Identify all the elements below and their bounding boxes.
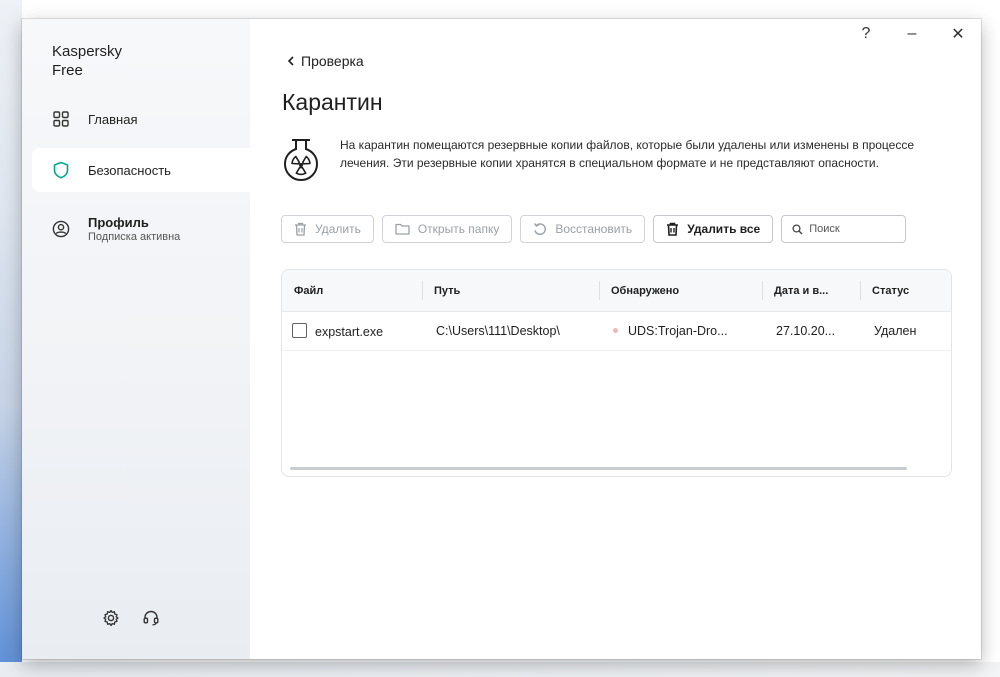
column-header-detected[interactable]: Обнаружено <box>599 270 762 311</box>
sidebar-item-home[interactable]: Главная <box>32 97 250 141</box>
search-box[interactable] <box>781 215 907 243</box>
delete-all-button[interactable]: Удалить все <box>653 215 774 243</box>
search-input[interactable] <box>807 222 902 236</box>
app-window: Kaspersky Free Главная Безопасность Проф… <box>22 19 981 659</box>
restore-button[interactable]: Восстановить <box>520 215 646 243</box>
delete-button[interactable]: Удалить <box>281 215 374 243</box>
grid-icon <box>52 110 70 128</box>
folder-icon <box>395 223 410 235</box>
help-button[interactable]: ? <box>843 19 889 49</box>
back-link[interactable]: Проверка <box>287 53 364 69</box>
trash-icon <box>667 222 679 236</box>
threat-name: UDS:Trojan-Dro... <box>628 324 728 338</box>
sidebar-item-label: Главная <box>88 111 138 127</box>
column-header-file[interactable]: Файл <box>282 270 422 311</box>
restore-label: Восстановить <box>555 222 633 236</box>
page-title: Карантин <box>282 89 383 115</box>
column-header-date[interactable]: Дата и в... <box>762 270 860 311</box>
cell-status: Удален <box>874 324 917 338</box>
sidebar-item-label: Безопасность <box>88 162 171 178</box>
desktop-bottom <box>0 662 1000 677</box>
toolbar: Удалить Открыть папку Восстановить Удали… <box>281 215 907 245</box>
sidebar: Kaspersky Free Главная Безопасность Проф… <box>22 19 250 659</box>
file-name: expstart.exe <box>315 325 384 339</box>
shield-icon <box>52 161 70 179</box>
table-header: Файл Путь Обнаружено Дата и в... Статус <box>282 270 951 312</box>
column-header-path[interactable]: Путь <box>422 270 599 311</box>
delete-all-label: Удалить все <box>687 222 761 236</box>
search-icon <box>792 223 803 234</box>
quarantine-flask-icon <box>282 137 320 183</box>
sidebar-bottom-toolbar <box>102 609 160 627</box>
profile-icon <box>52 220 70 238</box>
cell-date: 27.10.20... <box>776 324 836 338</box>
column-header-status[interactable]: Статус <box>860 270 951 311</box>
open-folder-button[interactable]: Открыть папку <box>381 215 513 243</box>
cell-file: expstart.exe <box>282 323 422 339</box>
app-title: Kaspersky Free <box>52 43 123 79</box>
open-folder-label: Открыть папку <box>417 222 500 236</box>
delete-label: Удалить <box>315 222 361 236</box>
subscription-status: Подписка активна <box>88 231 181 243</box>
horizontal-scrollbar[interactable] <box>290 467 907 470</box>
restore-icon <box>534 223 547 235</box>
desktop-background <box>0 0 22 677</box>
threat-indicator <box>613 328 618 333</box>
gear-icon[interactable] <box>102 609 120 627</box>
cell-path: C:\Users\111\Desktop\ <box>436 324 560 338</box>
profile-text: Профиль Подписка активна <box>88 215 180 243</box>
table-row[interactable]: expstart.exe C:\Users\111\Desktop\ UDS:T… <box>282 312 951 351</box>
headset-icon[interactable] <box>142 609 160 627</box>
cell-detected: UDS:Trojan-Dro... <box>599 324 762 338</box>
row-checkbox[interactable] <box>292 323 307 338</box>
sidebar-item-profile[interactable]: Профиль Подписка активна <box>32 207 250 251</box>
trash-icon <box>295 222 306 236</box>
sidebar-item-label: Профиль <box>88 215 149 230</box>
quarantine-description: На карантин помещаются резервные копии ф… <box>340 138 915 170</box>
chevron-left-icon <box>287 53 295 69</box>
sidebar-item-security[interactable]: Безопасность <box>32 148 250 192</box>
close-button[interactable]: ✕ <box>935 19 981 49</box>
window-controls: ? – ✕ <box>843 19 981 49</box>
quarantine-table: Файл Путь Обнаружено Дата и в... Статус … <box>281 269 952 477</box>
minimize-button[interactable]: – <box>889 19 935 49</box>
back-link-label: Проверка <box>301 53 364 69</box>
